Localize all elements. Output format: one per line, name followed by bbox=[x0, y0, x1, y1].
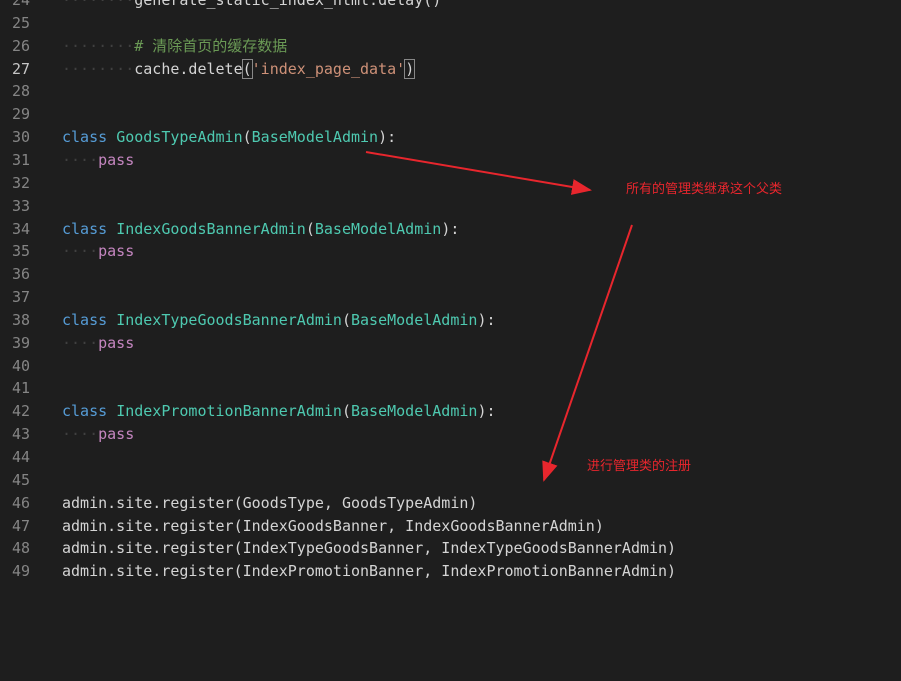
arrow-to-parent-class bbox=[365, 151, 592, 195]
annotation-arrows bbox=[365, 151, 633, 482]
arrow-to-register bbox=[542, 224, 633, 482]
code-editor[interactable]: 24 ········generate_static_index_html.del… bbox=[0, 0, 901, 681]
